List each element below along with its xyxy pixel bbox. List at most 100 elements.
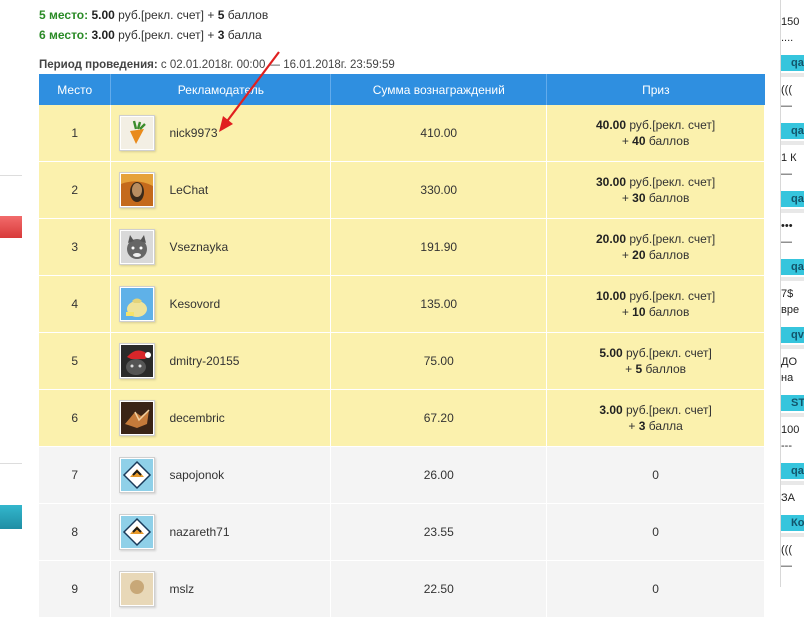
sidebar-item-tag[interactable]: qa — [781, 191, 804, 207]
sidebar-item-tag[interactable]: qa — [781, 259, 804, 275]
prize-unit: руб.[рекл. счет] — [629, 118, 716, 132]
santa-cat-avatar-icon[interactable] — [119, 343, 156, 379]
reward-sum-cell: 410.00 — [330, 105, 548, 162]
carrot-avatar-icon[interactable] — [119, 115, 156, 151]
advertiser-name-link[interactable]: Vseznayka — [169, 240, 228, 254]
advertiser-name-link[interactable]: dmitry-20155 — [169, 354, 239, 368]
prize-bonus-word: балла — [648, 419, 683, 433]
reward-sum-cell: 22.50 — [330, 560, 548, 618]
cat-avatar-icon[interactable] — [119, 229, 156, 265]
sidebar-item-tag[interactable]: qa — [781, 55, 804, 71]
prize-amount: 30.00 — [595, 175, 627, 189]
sidebar-separator — [781, 141, 804, 145]
table-row: 9 mslz 22.50 0 — [39, 560, 765, 618]
photo-avatar-icon[interactable] — [119, 571, 156, 607]
place-label: 6 место: — [39, 28, 89, 42]
table-header-row: Место Рекламодатель Сумма вознаграждений… — [39, 74, 765, 105]
reward-sum-cell: 330.00 — [330, 161, 548, 219]
prize-cell: 0 — [546, 560, 765, 618]
prize-amount: 40.00 — [595, 118, 627, 132]
place-cell: 2 — [39, 161, 112, 219]
sidebar-item-text[interactable]: 7$ — [781, 288, 804, 300]
advertiser-name-link[interactable]: decembric — [169, 411, 224, 425]
column-header-place: Место — [39, 74, 112, 105]
left-red-button-edge[interactable] — [0, 216, 22, 238]
sidebar-separator — [781, 413, 804, 417]
ranking-table: Место Рекламодатель Сумма вознаграждений… — [39, 74, 765, 618]
sidebar-item-subtext: --- — [781, 440, 792, 452]
sidebar-item-text[interactable]: 100 — [781, 424, 804, 436]
sidebar-item-text[interactable]: ((( — [781, 544, 804, 556]
place-cell: 4 — [39, 275, 112, 333]
fox-avatar-icon[interactable] — [119, 400, 156, 436]
default-avatar-icon[interactable] — [119, 514, 156, 550]
sidebar-item-subtext: — — [781, 100, 792, 112]
sidebar-item-tag[interactable]: qv — [781, 327, 804, 343]
column-header-reward-sum: Сумма вознаграждений — [330, 74, 548, 105]
prize-bonus: 40 — [632, 134, 646, 148]
prize-unit: руб.[рекл. счет] — [629, 232, 716, 246]
reward-sum-cell: 23.55 — [330, 503, 548, 561]
prize-unit: руб.[рекл. счет] + — [118, 28, 215, 42]
sidebar-item-text[interactable]: ДО — [781, 356, 804, 368]
advertiser-cell: nazareth71 — [110, 503, 332, 561]
prize-amount: 5.00 — [91, 8, 115, 22]
sidebar-item-text[interactable]: 1 К — [781, 152, 804, 164]
prize-cell: 5.00 руб.[рекл. счет] + 5 баллов — [546, 332, 765, 390]
reward-sum-cell: 75.00 — [330, 332, 548, 390]
reward-sum-cell: 26.00 — [330, 446, 548, 504]
period-label: Период проведения: — [39, 59, 158, 71]
sidebar-item-text[interactable]: ••• — [781, 220, 804, 232]
prize-amount: 5.00 — [599, 346, 623, 360]
table-row: 4 Kesovord 135.00 10.00 руб.[рекл. счет]… — [39, 275, 765, 333]
column-header-advertiser: Рекламодатель — [110, 74, 332, 105]
advertiser-name-link[interactable]: LeChat — [169, 183, 208, 197]
prize-unit: руб.[рекл. счет] — [626, 403, 712, 417]
table-row: 7 sapojonok 26.00 0 — [39, 446, 765, 504]
sidebar-item-tag[interactable]: qa — [781, 123, 804, 139]
sidebar-item-text[interactable]: ((( — [781, 84, 804, 96]
scream-avatar-icon[interactable] — [119, 172, 156, 208]
prize-bonus-word: баллов — [227, 8, 269, 22]
prize-amount: 10.00 — [595, 289, 627, 303]
prize-bonus-word: баллов — [645, 362, 687, 376]
prize-cell: 0 — [546, 503, 765, 561]
sidebar-item-text[interactable]: ЗА — [781, 492, 804, 504]
place-label: 5 место: — [39, 8, 89, 22]
sidebar-separator — [781, 345, 804, 349]
advertiser-name-link[interactable]: nazareth71 — [169, 525, 229, 539]
sidebar-item-tag[interactable]: ST — [781, 395, 804, 411]
default-avatar-icon[interactable] — [119, 457, 156, 493]
place-5-prize-line: 5 место: 5.00 руб.[рекл. счет] + 5 балло… — [39, 8, 268, 22]
place-cell: 3 — [39, 218, 112, 276]
place-cell: 6 — [39, 389, 112, 447]
prize-unit: руб.[рекл. счет] — [629, 175, 716, 189]
left-divider — [0, 463, 22, 464]
column-header-prize: Приз — [546, 74, 765, 105]
left-teal-button-edge[interactable] — [0, 505, 22, 529]
sidebar-item-tag[interactable]: Ко — [781, 515, 804, 531]
sidebar-item-text[interactable]: 150 — [781, 16, 804, 28]
sidebar-item-subtext: — — [781, 168, 792, 180]
money-bag-avatar-icon[interactable] — [119, 286, 156, 322]
advertiser-name-link[interactable]: nick9973 — [169, 126, 217, 140]
advertiser-name-link[interactable]: sapojonok — [169, 468, 224, 482]
advertiser-cell: decembric — [110, 389, 332, 447]
prize-bonus-word: баллов — [648, 305, 690, 319]
sidebar-item-tag[interactable]: qa — [781, 463, 804, 479]
sidebar-item-subtext: вре — [781, 304, 800, 316]
prize-amount: 20.00 — [595, 232, 627, 246]
right-sidebar: 150 .... qa ((( — qa 1 К — qa ••• — qa 7… — [780, 0, 804, 587]
advertiser-cell: LeChat — [110, 161, 332, 219]
table-row: 5 dmitry-20155 75.00 5.00 руб.[рекл. сче… — [39, 332, 765, 390]
advertiser-name-link[interactable]: Kesovord — [169, 297, 220, 311]
advertiser-cell: dmitry-20155 — [110, 332, 332, 390]
advertiser-name-link[interactable]: mslz — [169, 582, 194, 596]
prize-unit: руб.[рекл. счет] — [626, 346, 712, 360]
advertiser-cell: sapojonok — [110, 446, 332, 504]
left-panel-edge — [0, 0, 25, 587]
table-row: 3 Vseznayka 191.90 20.00 руб.[рекл. счет… — [39, 218, 765, 276]
prize-bonus: 10 — [632, 305, 646, 319]
prize-bonus: 5 — [217, 8, 225, 22]
sidebar-separator — [781, 533, 804, 537]
